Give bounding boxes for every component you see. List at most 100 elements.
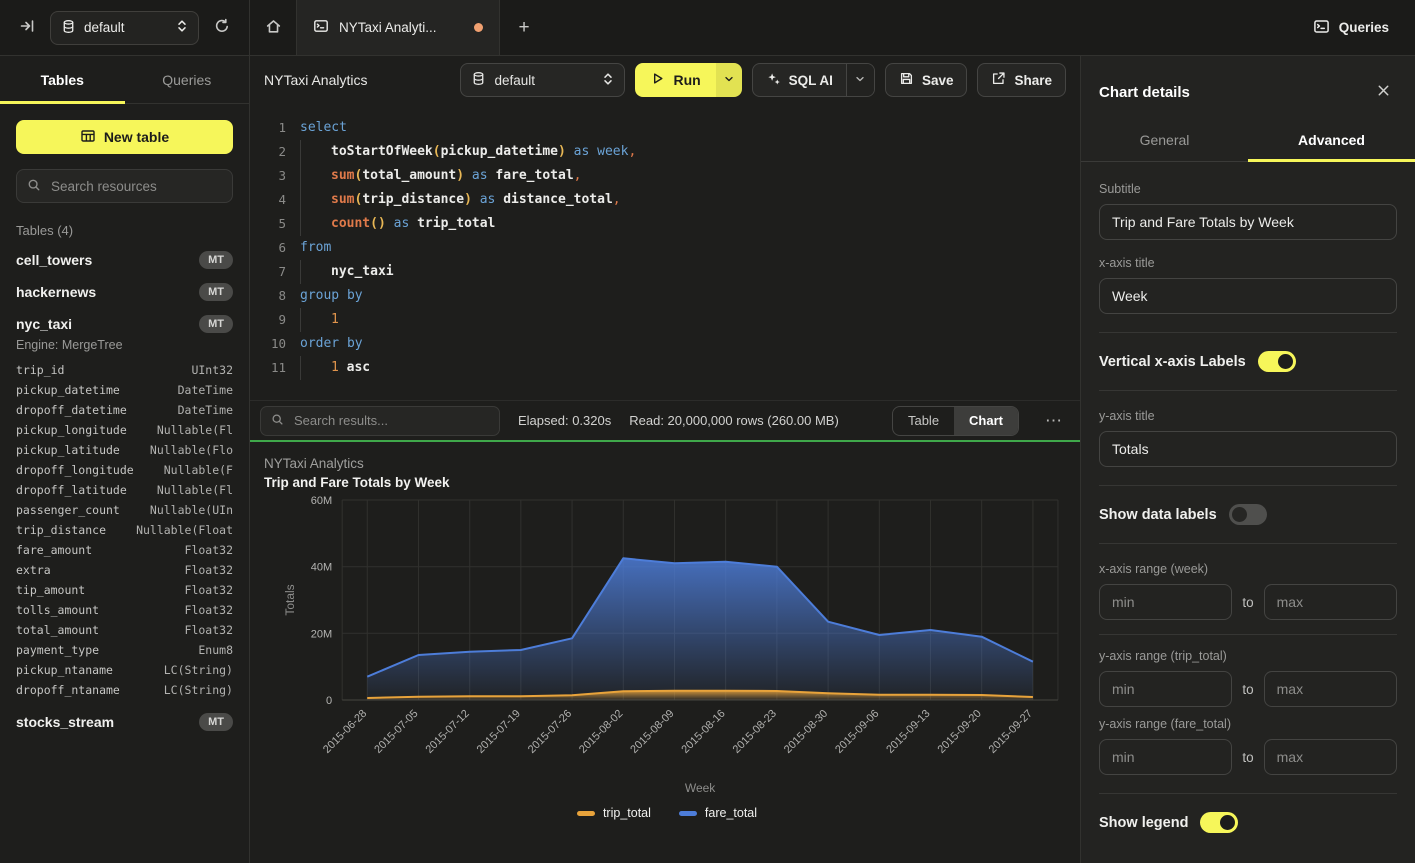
column-row: dropoff_ntanameLC(String) bbox=[16, 680, 233, 700]
database-selector[interactable]: default bbox=[50, 11, 199, 45]
engine-label: Engine: MergeTree bbox=[16, 338, 233, 352]
svg-text:40M: 40M bbox=[311, 562, 332, 574]
search-results-input[interactable] bbox=[292, 412, 489, 429]
search-icon bbox=[27, 178, 41, 195]
code-text: sum(total_amount) as fare_total, bbox=[300, 164, 581, 188]
run-label: Run bbox=[673, 72, 700, 88]
sql-ai-button[interactable]: SQL AI bbox=[753, 64, 846, 96]
line-number: 2 bbox=[250, 140, 286, 164]
run-button[interactable]: Run bbox=[635, 63, 715, 97]
legend-item-fare_total[interactable]: fare_total bbox=[679, 806, 757, 820]
column-row: tolls_amountFloat32 bbox=[16, 600, 233, 620]
column-name: pickup_datetime bbox=[16, 380, 120, 400]
vertical-xaxis-labels-toggle[interactable] bbox=[1258, 351, 1296, 372]
query-database-value: default bbox=[494, 73, 594, 88]
svg-text:2015-09-27: 2015-09-27 bbox=[987, 708, 1035, 756]
line-number: 8 bbox=[250, 284, 286, 308]
show-data-labels-toggle[interactable] bbox=[1229, 504, 1267, 525]
yaxis-title-label: y-axis title bbox=[1099, 409, 1397, 423]
sidebar-tabs: Tables Queries bbox=[0, 56, 249, 104]
new-table-button[interactable]: New table bbox=[16, 120, 233, 154]
sql-ai-label: SQL AI bbox=[789, 73, 833, 88]
top-bar: default NYTaxi Analyti.. bbox=[0, 0, 1415, 56]
svg-text:2015-09-20: 2015-09-20 bbox=[935, 708, 983, 756]
column-type: Nullable(Flo bbox=[150, 440, 233, 460]
yaxis-range-fare-max-input[interactable] bbox=[1264, 739, 1397, 775]
queries-button[interactable]: Queries bbox=[1307, 17, 1395, 39]
column-type: Nullable(F bbox=[164, 460, 233, 480]
code-text: 1 asc bbox=[300, 356, 370, 380]
column-row: pickup_datetimeDateTime bbox=[16, 380, 233, 400]
topbar-left: default bbox=[0, 0, 250, 55]
toggle-knob bbox=[1232, 507, 1247, 522]
query-header: NYTaxi Analytics default Run bbox=[250, 56, 1080, 104]
column-name: trip_distance bbox=[16, 520, 106, 540]
sidebar-tab-queries[interactable]: Queries bbox=[125, 56, 250, 103]
topbar-right: Queries bbox=[1307, 0, 1415, 55]
query-title: NYTaxi Analytics bbox=[264, 72, 367, 88]
xaxis-range-max-input[interactable] bbox=[1264, 584, 1397, 620]
column-row: extraFloat32 bbox=[16, 560, 233, 580]
table-item-stocks-stream[interactable]: stocks_stream MT bbox=[16, 706, 233, 738]
engine-badge: MT bbox=[199, 315, 233, 333]
close-panel-button[interactable] bbox=[1370, 82, 1397, 102]
sidebar-tab-tables[interactable]: Tables bbox=[0, 56, 125, 103]
svg-text:Totals: Totals bbox=[283, 584, 297, 615]
svg-text:2015-09-13: 2015-09-13 bbox=[884, 708, 932, 756]
toggle-knob bbox=[1220, 815, 1235, 830]
more-options-button[interactable]: ⋯ bbox=[1037, 411, 1070, 431]
tab-nytaxi-analytics[interactable]: NYTaxi Analyti... bbox=[296, 0, 500, 55]
sidebar: Tables Queries New table Tables (4) bbox=[0, 56, 250, 863]
legend-item-trip_total[interactable]: trip_total bbox=[577, 806, 651, 820]
yaxis-range-trip-label: y-axis range (trip_total) bbox=[1099, 649, 1397, 663]
query-database-selector[interactable]: default bbox=[460, 63, 625, 97]
xaxis-title-input[interactable] bbox=[1099, 278, 1397, 314]
collapse-sidebar-button[interactable] bbox=[12, 13, 42, 43]
yaxis-range-trip-row: to bbox=[1099, 671, 1397, 707]
svg-text:60M: 60M bbox=[311, 495, 332, 507]
column-name: pickup_ntaname bbox=[16, 660, 113, 680]
view-toggle-chart[interactable]: Chart bbox=[954, 407, 1018, 435]
sidebar-body: New table Tables (4) cell_towers MT hack… bbox=[0, 104, 249, 863]
code-line: 111 asc bbox=[250, 356, 1080, 380]
yaxis-title-input[interactable] bbox=[1099, 431, 1397, 467]
line-number: 5 bbox=[250, 212, 286, 236]
column-row: total_amountFloat32 bbox=[16, 620, 233, 640]
svg-text:2015-08-09: 2015-08-09 bbox=[628, 708, 676, 756]
sql-editor[interactable]: 1select2toStartOfWeek(pickup_datetime) a… bbox=[250, 104, 1080, 400]
run-options-button[interactable] bbox=[716, 63, 742, 97]
code-text: sum(trip_distance) as distance_total, bbox=[300, 188, 621, 212]
show-legend-toggle[interactable] bbox=[1200, 812, 1238, 833]
xaxis-range-label: x-axis range (week) bbox=[1099, 562, 1397, 576]
column-type: Float32 bbox=[185, 580, 233, 600]
yaxis-range-trip-max-input[interactable] bbox=[1264, 671, 1397, 707]
engine-badge: MT bbox=[199, 283, 233, 301]
plus-icon: + bbox=[518, 17, 529, 39]
table-item-nyc-taxi[interactable]: nyc_taxi MT bbox=[16, 308, 233, 340]
yaxis-range-trip-min-input[interactable] bbox=[1099, 671, 1232, 707]
column-type: Nullable(Float bbox=[136, 520, 233, 540]
new-tab-button[interactable]: + bbox=[500, 0, 548, 55]
code-text: toStartOfWeek(pickup_datetime) as week, bbox=[300, 140, 636, 164]
search-resources-input[interactable] bbox=[49, 178, 222, 195]
subtitle-input[interactable] bbox=[1099, 204, 1397, 240]
table-item-cell-towers[interactable]: cell_towers MT bbox=[16, 244, 233, 276]
save-button[interactable]: Save bbox=[885, 63, 968, 97]
view-toggle-table[interactable]: Table bbox=[893, 407, 954, 435]
column-row: fare_amountFloat32 bbox=[16, 540, 233, 560]
yaxis-range-fare-min-input[interactable] bbox=[1099, 739, 1232, 775]
table-item-hackernews[interactable]: hackernews MT bbox=[16, 276, 233, 308]
line-number: 4 bbox=[250, 188, 286, 212]
tab-general[interactable]: General bbox=[1081, 120, 1248, 161]
column-row: trip_idUInt32 bbox=[16, 360, 233, 380]
home-button[interactable] bbox=[250, 0, 296, 55]
svg-text:2015-08-16: 2015-08-16 bbox=[679, 708, 727, 756]
divider bbox=[1099, 793, 1397, 794]
share-button[interactable]: Share bbox=[977, 63, 1066, 97]
tab-advanced[interactable]: Advanced bbox=[1248, 120, 1415, 161]
svg-text:0: 0 bbox=[326, 695, 332, 707]
xaxis-range-min-input[interactable] bbox=[1099, 584, 1232, 620]
svg-text:Week: Week bbox=[685, 781, 716, 795]
sql-ai-options-button[interactable] bbox=[846, 64, 874, 96]
refresh-button[interactable] bbox=[207, 13, 237, 43]
